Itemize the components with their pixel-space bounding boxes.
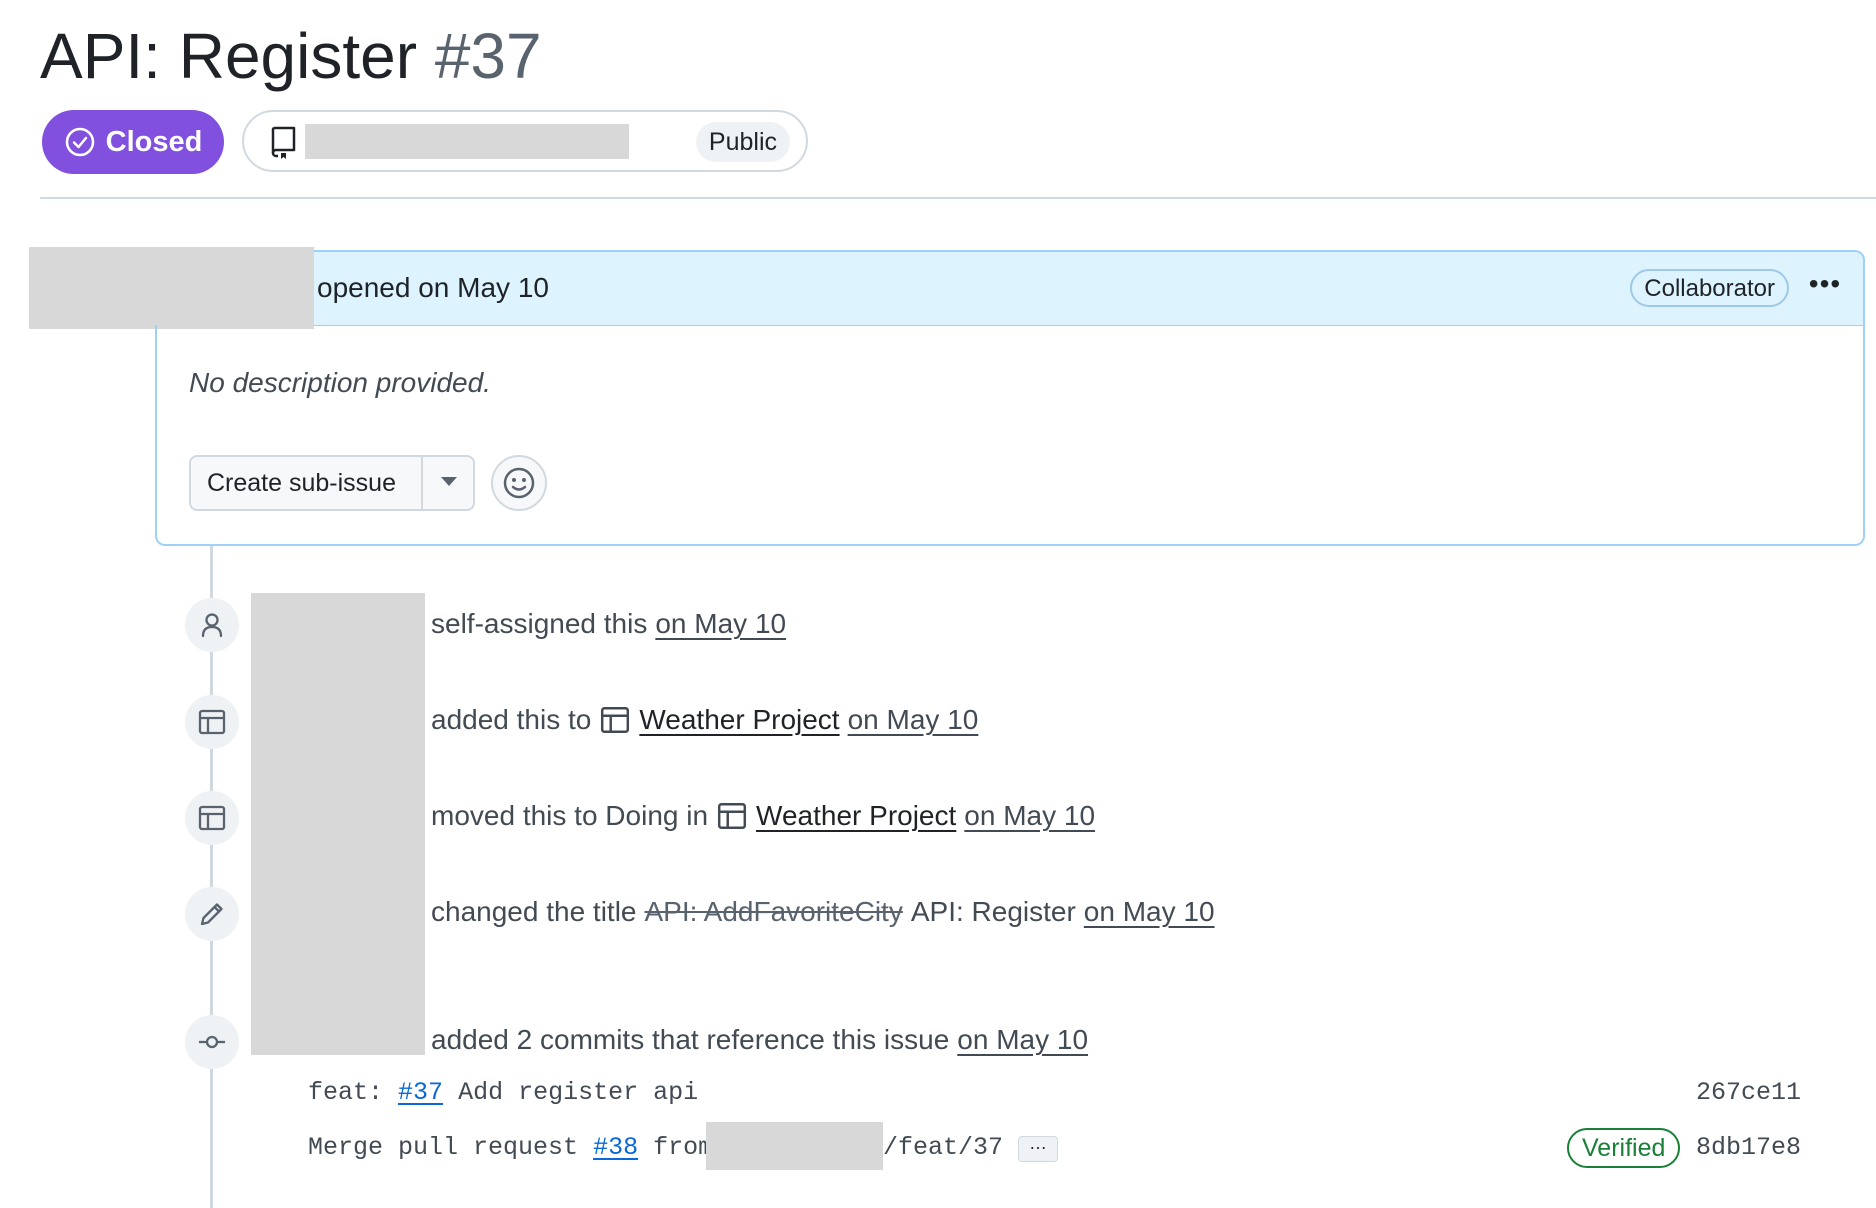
page-title: API: Register #37 [40,14,542,98]
button-separator [421,457,423,509]
triangle-down-icon[interactable] [441,477,457,486]
create-subissue-button[interactable]: Create sub-issue [189,455,475,511]
person-icon [201,613,223,638]
timeline-event: changed the title API: AddFavoriteCity A… [431,892,1215,932]
create-subissue-label: Create sub-issue [207,469,396,497]
visibility-badge: Public [695,122,790,162]
comment-text: No description provided. [189,367,491,398]
repo-pill[interactable]: Public [242,110,808,172]
event-date-link[interactable]: on May 10 [964,800,1095,832]
git-commit-icon [199,1035,225,1049]
pr-ref-link[interactable]: #38 [593,1133,638,1162]
commit-sha[interactable]: 267ce11 [1696,1078,1801,1107]
project-table-icon [601,707,630,733]
collaborator-badge: Collaborator [1630,269,1789,307]
smiley-icon [503,467,535,499]
timeline-badge [185,791,239,845]
project-table-icon [718,803,747,829]
old-title: API: AddFavoriteCity [644,896,903,927]
status-label: Closed [105,125,203,158]
issue-number: #37 [434,20,542,92]
header-divider [40,197,1876,199]
issue-title: API: Register [40,20,418,92]
branch-suffix[interactable]: /feat/37 [883,1133,1003,1162]
add-reaction-button[interactable] [491,455,547,511]
commit-sha[interactable]: 8db17e8 [1696,1133,1801,1162]
expand-commit-button[interactable]: … [1018,1134,1058,1162]
repo-icon [271,126,296,159]
event-text: added this to [431,704,592,735]
project-link[interactable]: Weather Project [756,800,956,832]
event-text: changed the title [431,896,637,927]
timeline-event: self-assigned this on May 10 [431,604,786,644]
timeline-badge [185,695,239,749]
check-circle-icon [65,127,94,157]
commit-prefix[interactable]: Merge pull request [308,1133,578,1162]
verified-badge[interactable]: Verified [1567,1128,1681,1168]
commit-prefix[interactable]: feat: [308,1078,383,1107]
timeline-badge [185,1015,239,1069]
event-text: moved this to Doing in [431,800,709,831]
event-date-link[interactable]: on May 10 [655,608,786,640]
new-title: API: Register [910,896,1076,927]
actor-redacted [251,593,425,1055]
project-table-icon [198,805,226,831]
event-date-link[interactable]: on May 10 [957,1024,1088,1056]
event-date-link[interactable]: on May 10 [1084,896,1215,928]
comment-body: No description provided. Create sub-issu… [155,325,1865,546]
branch-owner-redacted [706,1122,883,1170]
timeline-badge [185,887,239,941]
issue-ref-link[interactable]: #37 [398,1078,443,1107]
event-date-link[interactable]: on May 10 [848,704,979,736]
status-badge: Closed [42,110,224,174]
timeline-badge [185,598,239,652]
repo-name-redacted [305,124,629,159]
timeline-event: moved this to Doing in Weather Project o… [431,796,1095,836]
project-table-icon [198,709,226,735]
comment-header: opened on May 10 Collaborator ••• [155,250,1865,326]
event-text: added 2 commits that reference this issu… [431,1024,950,1055]
pencil-icon [200,903,223,926]
timeline-event: added this to Weather Project on May 10 [431,700,978,740]
commit-row: feat: #37 Add register api [308,1078,698,1107]
event-text: self-assigned this [431,608,648,639]
commit-row: Merge pull request #38 from [308,1133,713,1162]
commit-message[interactable]: Add register api [458,1078,698,1107]
commit-from[interactable]: from [653,1133,713,1162]
timeline-event: added 2 commits that reference this issu… [431,1020,1088,1060]
project-link[interactable]: Weather Project [639,704,839,736]
more-options-button[interactable]: ••• [1805,268,1845,308]
opened-text: opened on May 10 [317,272,549,303]
author-redacted [29,247,314,329]
